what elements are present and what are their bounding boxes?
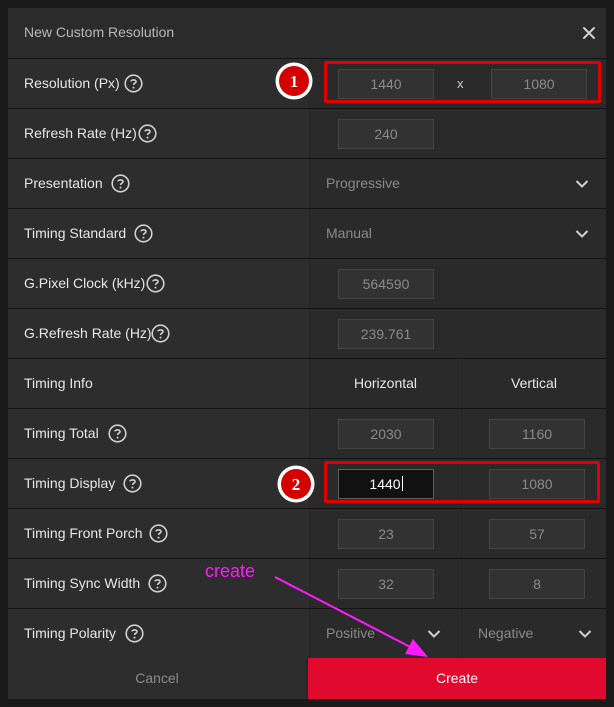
sync-polarity-horizontal-value: Positive bbox=[326, 625, 376, 641]
vertical-header: Vertical bbox=[511, 375, 557, 391]
help-circle-icon[interactable] bbox=[125, 624, 144, 643]
chevron-down-icon[interactable] bbox=[575, 227, 589, 241]
row-sync-width: Timing Sync Width 32 8 bbox=[8, 558, 606, 608]
help-circle-icon[interactable] bbox=[124, 74, 143, 93]
timing-info-label: Timing Info bbox=[24, 375, 93, 391]
front-porch-label: Timing Front Porch bbox=[24, 525, 143, 541]
step-badge-2-label: 2 bbox=[292, 475, 301, 494]
pixel-clock-label: G.Pixel Clock (kHz) bbox=[24, 275, 146, 291]
step-badge-1-label: 1 bbox=[290, 72, 299, 91]
row-presentation: Presentation Progressive bbox=[8, 158, 606, 208]
row-g-refresh-rate: G.Refresh Rate (Hz) 239.761 bbox=[8, 308, 606, 358]
refresh-rate-input[interactable]: 240 bbox=[338, 119, 434, 149]
timing-standard-select[interactable]: Manual bbox=[310, 209, 606, 258]
help-circle-icon[interactable] bbox=[108, 424, 127, 443]
presentation-value: Progressive bbox=[326, 175, 400, 191]
timing-display-label: Timing Display bbox=[24, 475, 116, 491]
resolution-label: Resolution (Px) bbox=[24, 75, 120, 91]
row-timing-info: Timing Info Horizontal Vertical bbox=[8, 358, 606, 408]
close-icon[interactable] bbox=[578, 22, 600, 44]
help-circle-icon[interactable] bbox=[151, 324, 170, 343]
dialog-titlebar: New Custom Resolution bbox=[8, 8, 606, 58]
timing-standard-label: Timing Standard bbox=[24, 225, 127, 241]
create-button[interactable]: Create bbox=[308, 658, 606, 699]
row-sync-polarity: Timing Polarity Positive Negative bbox=[8, 608, 606, 658]
sync-width-horizontal-input[interactable]: 32 bbox=[338, 569, 434, 599]
dialog-title: New Custom Resolution bbox=[24, 24, 175, 40]
annotation-create-label: create bbox=[205, 561, 256, 581]
sync-polarity-label: Timing Polarity bbox=[24, 625, 117, 641]
help-circle-icon[interactable] bbox=[148, 574, 167, 593]
row-refresh-rate: Refresh Rate (Hz) 240 bbox=[8, 108, 606, 158]
row-timing-total: Timing Total 2030 1160 bbox=[8, 408, 606, 458]
sync-polarity-vertical-select[interactable]: Negative bbox=[462, 609, 606, 658]
step-badge-1: 1 bbox=[274, 61, 314, 101]
step-badge-2: 2 bbox=[276, 464, 316, 504]
sync-width-label: Timing Sync Width bbox=[24, 575, 141, 591]
timing-standard-value: Manual bbox=[326, 225, 372, 241]
row-timing-standard: Timing Standard Manual bbox=[8, 208, 606, 258]
cancel-button[interactable]: Cancel bbox=[8, 658, 306, 699]
highlight-box-resolution bbox=[324, 61, 601, 103]
help-circle-icon[interactable] bbox=[149, 524, 168, 543]
presentation-select[interactable]: Progressive bbox=[310, 159, 606, 208]
horizontal-header: Horizontal bbox=[353, 375, 418, 391]
pixel-clock-input[interactable]: 564590 bbox=[338, 269, 434, 299]
row-front-porch: Timing Front Porch 23 57 bbox=[8, 508, 606, 558]
help-circle-icon[interactable] bbox=[111, 174, 130, 193]
refresh-rate-label: Refresh Rate (Hz) bbox=[24, 125, 137, 141]
g-refresh-rate-input[interactable]: 239.761 bbox=[338, 319, 434, 349]
timing-total-horizontal-input[interactable]: 2030 bbox=[338, 419, 434, 449]
timing-total-vertical-input[interactable]: 1160 bbox=[489, 419, 585, 449]
g-refresh-rate-label: G.Refresh Rate (Hz) bbox=[24, 325, 152, 341]
front-porch-vertical-input[interactable]: 57 bbox=[489, 519, 585, 549]
row-pixel-clock: G.Pixel Clock (kHz) 564590 bbox=[8, 258, 606, 308]
sync-width-vertical-input[interactable]: 8 bbox=[489, 569, 585, 599]
help-circle-icon[interactable] bbox=[134, 224, 153, 243]
chevron-down-icon[interactable] bbox=[575, 177, 589, 191]
chevron-down-icon[interactable] bbox=[427, 627, 441, 641]
timing-total-label: Timing Total bbox=[24, 425, 99, 441]
chevron-down-icon[interactable] bbox=[578, 627, 592, 641]
custom-resolution-dialog: New Custom Resolution Resolution (Px) 14… bbox=[8, 8, 606, 699]
sync-polarity-vertical-value: Negative bbox=[478, 625, 534, 641]
help-circle-icon[interactable] bbox=[123, 474, 142, 493]
presentation-label: Presentation bbox=[24, 175, 103, 191]
sync-polarity-horizontal-select[interactable]: Positive bbox=[310, 609, 461, 658]
help-circle-icon[interactable] bbox=[138, 124, 157, 143]
front-porch-horizontal-input[interactable]: 23 bbox=[338, 519, 434, 549]
highlight-box-timing-display bbox=[324, 461, 600, 503]
help-circle-icon[interactable] bbox=[146, 274, 165, 293]
